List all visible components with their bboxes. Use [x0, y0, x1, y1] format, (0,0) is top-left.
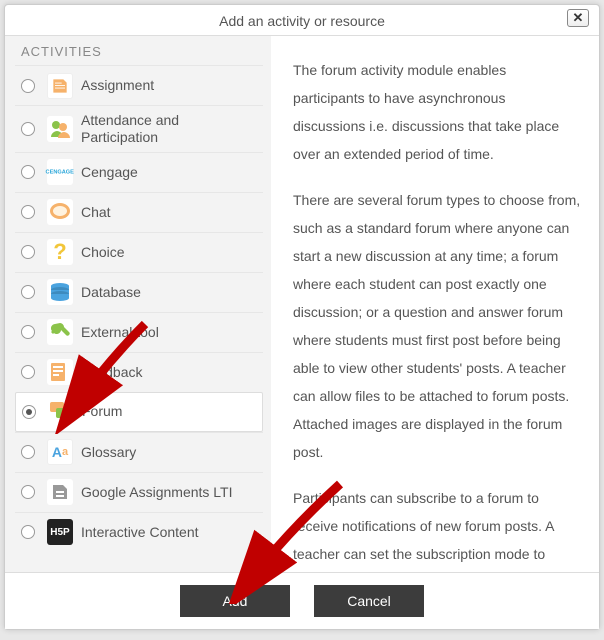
activity-label: Choice [81, 244, 125, 261]
activity-label: Feedback [81, 364, 142, 381]
activity-item-assignment[interactable]: Assignment [15, 65, 263, 105]
dialog-title: Add an activity or resource [219, 13, 385, 29]
activity-list-panel[interactable]: Activities Assignment Attendance and Par… [5, 35, 271, 572]
chat-icon [47, 199, 73, 225]
description-paragraph: Participants can subscribe to a forum to… [293, 484, 581, 572]
add-button[interactable]: Add [180, 585, 290, 617]
activity-item-database[interactable]: Database [15, 272, 263, 312]
radio-external[interactable] [21, 325, 35, 339]
dialog-header: Add an activity or resource ✕ [5, 5, 599, 35]
activity-label: Interactive Content [81, 524, 199, 541]
radio-choice[interactable] [21, 245, 35, 259]
activity-item-forum[interactable]: Forum [15, 392, 263, 432]
activity-label: Attendance and Participation [81, 112, 259, 146]
dialog-footer: Add Cancel [5, 572, 599, 629]
activity-item-choice[interactable]: ? Choice [15, 232, 263, 272]
external-tool-icon [47, 319, 73, 345]
cengage-icon: CENGAGE [47, 159, 73, 185]
radio-glossary[interactable] [21, 445, 35, 459]
activity-label: Chat [81, 204, 111, 221]
activity-item-feedback[interactable]: Feedback [15, 352, 263, 392]
radio-google[interactable] [21, 485, 35, 499]
activity-label: Assignment [81, 77, 154, 94]
radio-assignment[interactable] [21, 79, 35, 93]
attendance-icon [47, 116, 73, 142]
google-assignments-icon [47, 479, 73, 505]
description-paragraph: The forum activity module enables partic… [293, 56, 581, 168]
radio-forum[interactable] [22, 405, 36, 419]
radio-database[interactable] [21, 285, 35, 299]
close-button[interactable]: ✕ [567, 9, 589, 27]
radio-h5p[interactable] [21, 525, 35, 539]
description-paragraph: There are several forum types to choose … [293, 186, 581, 466]
activity-label: External tool [81, 324, 159, 341]
section-head-activities: Activities [15, 40, 263, 65]
radio-chat[interactable] [21, 205, 35, 219]
activity-label: Google Assignments LTI [81, 484, 232, 501]
radio-cengage[interactable] [21, 165, 35, 179]
radio-feedback[interactable] [21, 365, 35, 379]
activity-label: Cengage [81, 164, 138, 181]
activity-item-chat[interactable]: Chat [15, 192, 263, 232]
activity-chooser-dialog: Add an activity or resource ✕ Activities… [4, 4, 600, 630]
activity-item-cengage[interactable]: CENGAGE Cengage [15, 152, 263, 192]
activity-label: Database [81, 284, 141, 301]
h5p-icon: H5P [47, 519, 73, 545]
activity-label: Forum [82, 403, 122, 420]
activity-item-google[interactable]: Google Assignments LTI [15, 472, 263, 512]
feedback-icon [47, 359, 73, 385]
radio-attendance[interactable] [21, 122, 35, 136]
activity-item-h5p[interactable]: H5P Interactive Content [15, 512, 263, 552]
description-panel[interactable]: The forum activity module enables partic… [271, 35, 599, 572]
activity-item-glossary[interactable]: Aa Glossary [15, 432, 263, 472]
choice-icon: ? [47, 239, 73, 265]
database-icon [47, 279, 73, 305]
activity-label: Glossary [81, 444, 136, 461]
glossary-icon: Aa [47, 439, 73, 465]
activity-item-attendance[interactable]: Attendance and Participation [15, 105, 263, 152]
forum-icon [48, 399, 74, 425]
dialog-body: Activities Assignment Attendance and Par… [5, 35, 599, 572]
activity-item-external[interactable]: External tool [15, 312, 263, 352]
assignment-icon [47, 73, 73, 99]
cancel-button[interactable]: Cancel [314, 585, 424, 617]
